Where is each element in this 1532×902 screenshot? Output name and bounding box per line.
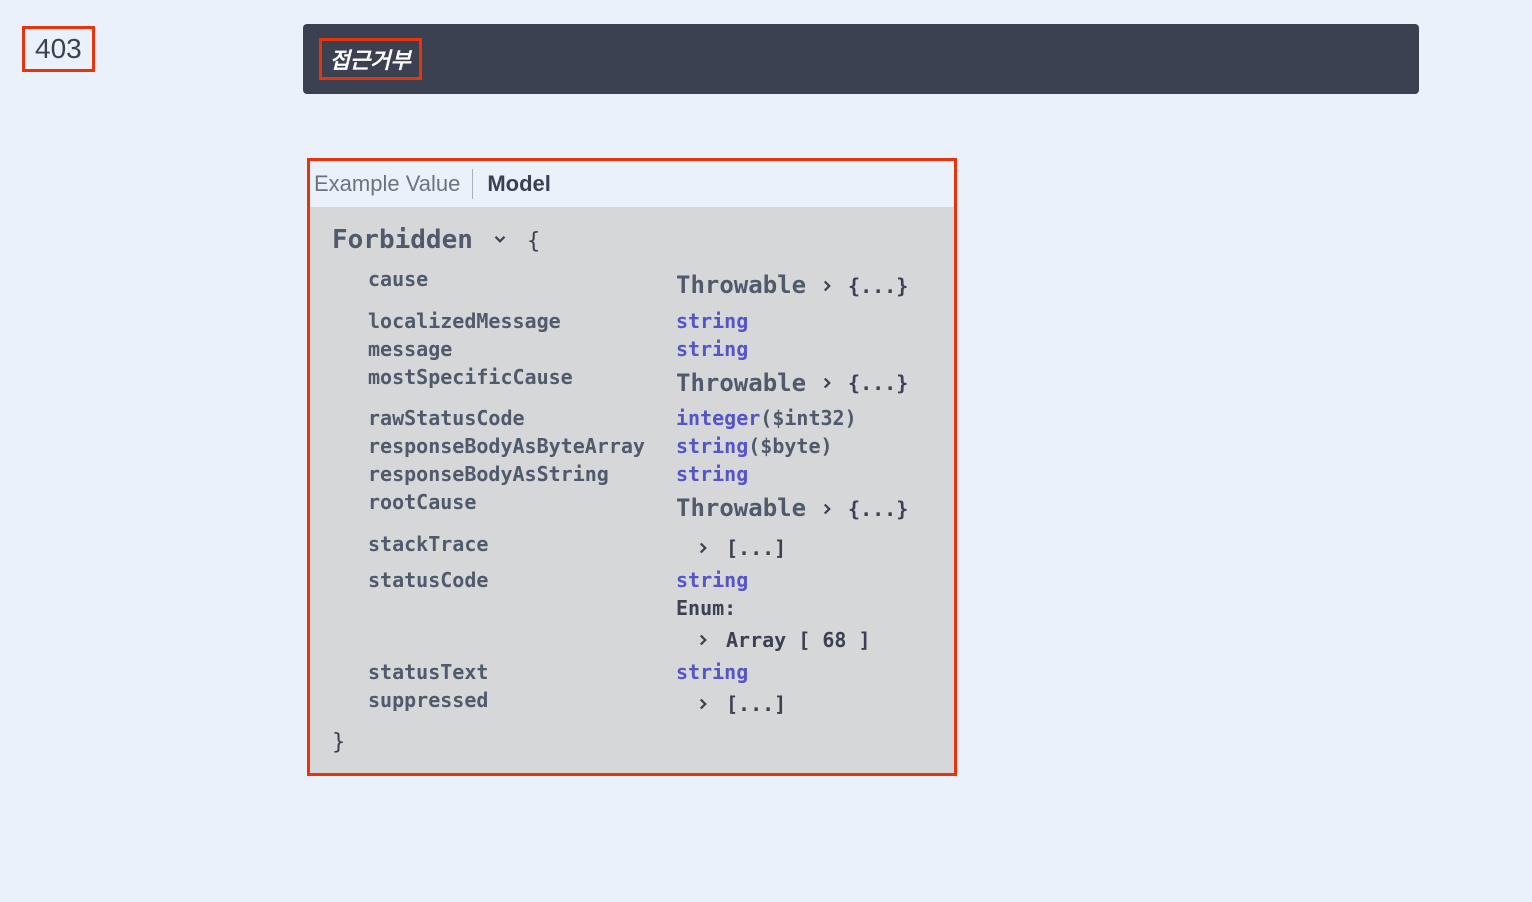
property-name: message — [368, 335, 676, 363]
property-value: string — [676, 307, 748, 335]
model-property-row: statusCodestringEnum: Array [ 68 ] — [368, 566, 932, 658]
property-value: integer($int32) — [676, 404, 857, 432]
property-name: localizedMessage — [368, 307, 676, 335]
property-type: string — [676, 462, 748, 486]
property-type: string — [676, 434, 748, 458]
property-format: ($int32) — [760, 406, 856, 430]
response-description-bar: 접근거부 — [303, 24, 1419, 94]
property-value: string($byte) — [676, 432, 833, 460]
property-value: string — [676, 658, 748, 686]
property-value: Throwable {...} — [676, 488, 908, 530]
collapsed-array[interactable]: [...] — [726, 690, 786, 718]
property-value: Throwable {...} — [676, 363, 908, 405]
property-value: stringEnum: Array [ 68 ] — [676, 566, 871, 658]
model-property-row: rootCauseThrowable {...} — [368, 488, 932, 530]
collapsed-object[interactable]: {...} — [848, 272, 908, 300]
model-property-row: rawStatusCodeinteger($int32) — [368, 404, 932, 432]
property-type: string — [676, 337, 748, 361]
enum-array[interactable]: Array [ 68 ] — [726, 626, 871, 654]
model-property-row: messagestring — [368, 335, 932, 363]
type-reference: Throwable — [676, 269, 806, 303]
model-panel: Example Value Model Forbidden { causeThr… — [307, 158, 957, 776]
property-value: [...] — [676, 530, 786, 566]
chevron-right-icon[interactable] — [694, 695, 712, 713]
chevron-right-icon[interactable] — [818, 500, 836, 518]
property-value: string — [676, 460, 748, 488]
property-type: string — [676, 660, 748, 684]
property-name: suppressed — [368, 686, 676, 714]
tab-example-value[interactable]: Example Value — [314, 169, 473, 199]
model-body: Forbidden { causeThrowable{...}localized… — [310, 207, 954, 773]
collapsed-object[interactable]: {...} — [848, 495, 908, 523]
model-property-row: mostSpecificCauseThrowable {...} — [368, 363, 932, 405]
property-type: string — [676, 309, 748, 333]
property-value: [...] — [676, 686, 786, 722]
chevron-right-icon[interactable] — [818, 277, 836, 295]
enum-label: Enum: — [676, 594, 871, 622]
model-name: Forbidden — [332, 225, 473, 255]
model-property-row: statusTextstring — [368, 658, 932, 686]
tab-model[interactable]: Model — [485, 169, 565, 199]
collapsed-object[interactable]: {...} — [848, 369, 908, 397]
open-brace: { — [527, 229, 540, 254]
type-reference: Throwable — [676, 367, 806, 401]
close-brace: } — [332, 730, 932, 755]
property-type: string — [676, 568, 748, 592]
property-name: responseBodyAsByteArray — [368, 432, 676, 460]
chevron-down-icon[interactable] — [491, 230, 509, 248]
model-property-row: suppressed [...] — [368, 686, 932, 722]
property-name: responseBodyAsString — [368, 460, 676, 488]
collapsed-array[interactable]: [...] — [726, 534, 786, 562]
chevron-right-icon[interactable] — [694, 539, 712, 557]
model-property-row: responseBodyAsByteArraystring($byte) — [368, 432, 932, 460]
tabs: Example Value Model — [310, 161, 954, 207]
model-property-row: causeThrowable {...} — [368, 265, 932, 307]
response-description: 접근거부 — [319, 38, 422, 80]
property-name: statusText — [368, 658, 676, 686]
chevron-right-icon[interactable] — [818, 374, 836, 392]
model-property-row: localizedMessagestring — [368, 307, 932, 335]
chevron-right-icon[interactable] — [694, 631, 712, 649]
property-name: rootCause — [368, 488, 676, 516]
property-format: ($byte) — [748, 434, 832, 458]
model-property-row: responseBodyAsStringstring — [368, 460, 932, 488]
property-type: integer — [676, 406, 760, 430]
status-code: 403 — [22, 26, 95, 72]
property-name: mostSpecificCause — [368, 363, 676, 391]
model-property-row: stackTrace [...] — [368, 530, 932, 566]
property-value: string — [676, 335, 748, 363]
property-name: stackTrace — [368, 530, 676, 558]
property-name: cause — [368, 265, 676, 293]
property-name: statusCode — [368, 566, 676, 594]
type-reference: Throwable — [676, 492, 806, 526]
property-name: rawStatusCode — [368, 404, 676, 432]
property-value: Throwable {...} — [676, 265, 908, 307]
